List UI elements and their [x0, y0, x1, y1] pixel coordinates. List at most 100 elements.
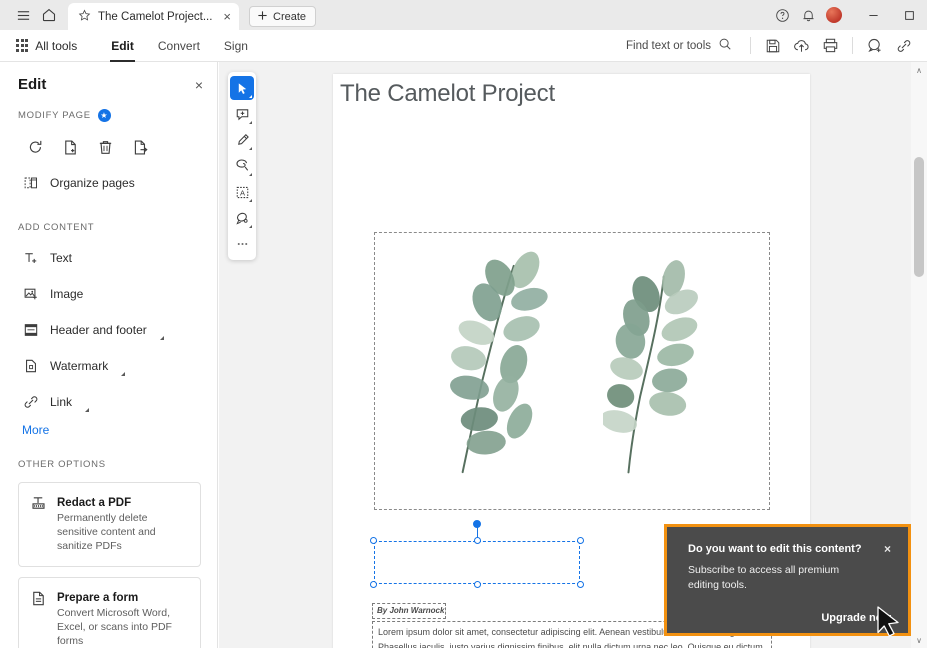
tab-sign[interactable]: Sign: [212, 30, 260, 62]
chevron-down-icon-stamp[interactable]: [249, 225, 252, 228]
avatar[interactable]: [821, 2, 847, 28]
resize-handle-br[interactable]: [577, 581, 584, 588]
tab-edit[interactable]: Edit: [99, 30, 146, 62]
create-button[interactable]: Create: [249, 6, 317, 27]
add-content-label: Add content: [18, 222, 95, 233]
close-panel-icon[interactable]: ×: [195, 78, 203, 92]
card-redact-desc: Permanently delete sensitive content and…: [57, 512, 156, 553]
title-bar-right-icons: [769, 0, 927, 30]
sidebar-item-link[interactable]: Link: [0, 387, 217, 417]
card-prepare-a-form[interactable]: Prepare a form Convert Microsoft Word, E…: [18, 576, 201, 648]
resize-handle-bc[interactable]: [473, 581, 481, 588]
header-footer-label: Header and footer: [50, 323, 147, 337]
chevron-down-icon-3[interactable]: [85, 408, 90, 412]
modify-page-label: Modify page: [18, 110, 91, 121]
sidebar-item-organize-pages[interactable]: Organize pages: [0, 168, 217, 198]
print-icon[interactable]: [817, 32, 844, 59]
minimize-button[interactable]: [855, 0, 891, 30]
sidebar-item-text[interactable]: Text: [0, 243, 217, 273]
vertical-scrollbar[interactable]: ∧ ∨: [911, 62, 927, 648]
help-circle-icon[interactable]: [769, 2, 795, 28]
star-icon[interactable]: [78, 9, 91, 25]
chevron-down-icon-select[interactable]: [249, 95, 252, 98]
notification-bell-icon[interactable]: [795, 2, 821, 28]
select-tool[interactable]: [230, 76, 254, 100]
chevron-down-icon[interactable]: [159, 336, 164, 340]
stamp-tool[interactable]: [230, 206, 254, 230]
delete-page-icon[interactable]: [90, 132, 120, 162]
add-comment-tool[interactable]: [230, 102, 254, 126]
chevron-down-icon-2[interactable]: [121, 372, 126, 376]
document-title: The Camelot Project: [340, 80, 555, 107]
document-tab-title: The Camelot Project...: [98, 10, 213, 23]
menu-bar: All tools Edit Convert Sign Find text or…: [0, 30, 927, 62]
link-icon[interactable]: [890, 32, 917, 59]
window-controls: [855, 0, 927, 30]
maximize-button[interactable]: [891, 0, 927, 30]
image-selection-box[interactable]: [374, 232, 770, 510]
chevron-down-icon-textbox[interactable]: [249, 199, 252, 202]
save-icon[interactable]: [759, 32, 786, 59]
highlight-tool[interactable]: [230, 128, 254, 152]
resize-handle-tc[interactable]: [473, 537, 481, 544]
document-byline: By John Warnock: [377, 606, 445, 615]
leaf-branch-left-illustration: [450, 251, 548, 474]
organize-pages-icon: [22, 175, 39, 191]
svg-text:A: A: [239, 188, 244, 197]
sidebar-item-header-and-footer[interactable]: Header and footer: [0, 315, 217, 345]
add-text-icon: [22, 250, 39, 266]
popup-body: Subscribe to access all premium editing …: [688, 564, 840, 592]
extract-page-icon[interactable]: [125, 132, 155, 162]
leaf-branch-right-illustration: [603, 260, 698, 474]
menu-tabs: Edit Convert Sign: [99, 30, 260, 62]
insert-page-icon[interactable]: [55, 132, 85, 162]
tab-convert[interactable]: Convert: [146, 30, 212, 62]
modify-page-section-label: Modify page ★: [0, 109, 217, 122]
add-comment-icon[interactable]: [861, 32, 888, 59]
card-redact-a-pdf[interactable]: Redact a PDF Permanently delete sensitiv…: [18, 482, 201, 567]
more-link[interactable]: More: [0, 417, 217, 437]
chevron-down-icon-highlight[interactable]: [249, 147, 252, 150]
close-popup-icon[interactable]: ×: [884, 543, 891, 555]
image-label: Image: [50, 287, 84, 301]
home-icon[interactable]: [36, 2, 62, 28]
add-image-icon: [22, 286, 39, 302]
resize-handle-tl[interactable]: [370, 537, 377, 544]
rotate-page-icon[interactable]: [20, 132, 50, 162]
scroll-down-arrow[interactable]: ∨: [911, 632, 927, 648]
all-tools-label: All tools: [35, 38, 78, 53]
header-footer-icon: [22, 322, 39, 338]
title-text-selection[interactable]: [370, 520, 584, 588]
redact-icon: [30, 493, 47, 554]
divider-2: [852, 37, 853, 54]
resize-handle-tr[interactable]: [577, 537, 584, 544]
rotation-handle[interactable]: [473, 520, 481, 528]
premium-star-icon: ★: [97, 109, 111, 122]
tab-sign-label: Sign: [223, 38, 248, 53]
text-box-tool[interactable]: A: [230, 180, 254, 204]
card-form-desc: Convert Microsoft Word, Excel, or scans …: [57, 606, 172, 647]
draw-freehand-tool[interactable]: [230, 154, 254, 178]
all-tools-button[interactable]: All tools: [16, 39, 77, 53]
link-label: Link: [50, 395, 73, 409]
mouse-cursor: [876, 605, 904, 648]
watermark-label: Watermark: [50, 359, 109, 373]
other-options-cards: Redact a PDF Permanently delete sensitiv…: [0, 482, 217, 648]
link-icon-sidebar: [22, 394, 39, 410]
modify-page-icon-row: [0, 122, 217, 162]
scroll-up-arrow[interactable]: ∧: [911, 62, 927, 78]
chevron-down-icon-comment[interactable]: [249, 121, 252, 124]
upgrade-popup[interactable]: Do you want to edit this content? × Subs…: [664, 524, 911, 636]
close-tab-icon[interactable]: ×: [223, 10, 231, 23]
cloud-upload-icon[interactable]: [788, 32, 815, 59]
more-tools[interactable]: [230, 232, 254, 256]
card-form-title: Prepare a form: [57, 591, 139, 604]
find-text-or-tools[interactable]: Find text or tools: [616, 37, 742, 54]
sidebar-item-image[interactable]: Image: [0, 279, 217, 309]
scrollbar-thumb[interactable]: [914, 157, 924, 277]
sidebar-item-watermark[interactable]: Watermark: [0, 351, 217, 381]
chevron-down-icon-draw[interactable]: [249, 173, 252, 176]
resize-handle-bl[interactable]: [370, 581, 377, 588]
hamburger-icon[interactable]: [10, 2, 36, 28]
document-tab[interactable]: The Camelot Project... ×: [68, 3, 239, 30]
